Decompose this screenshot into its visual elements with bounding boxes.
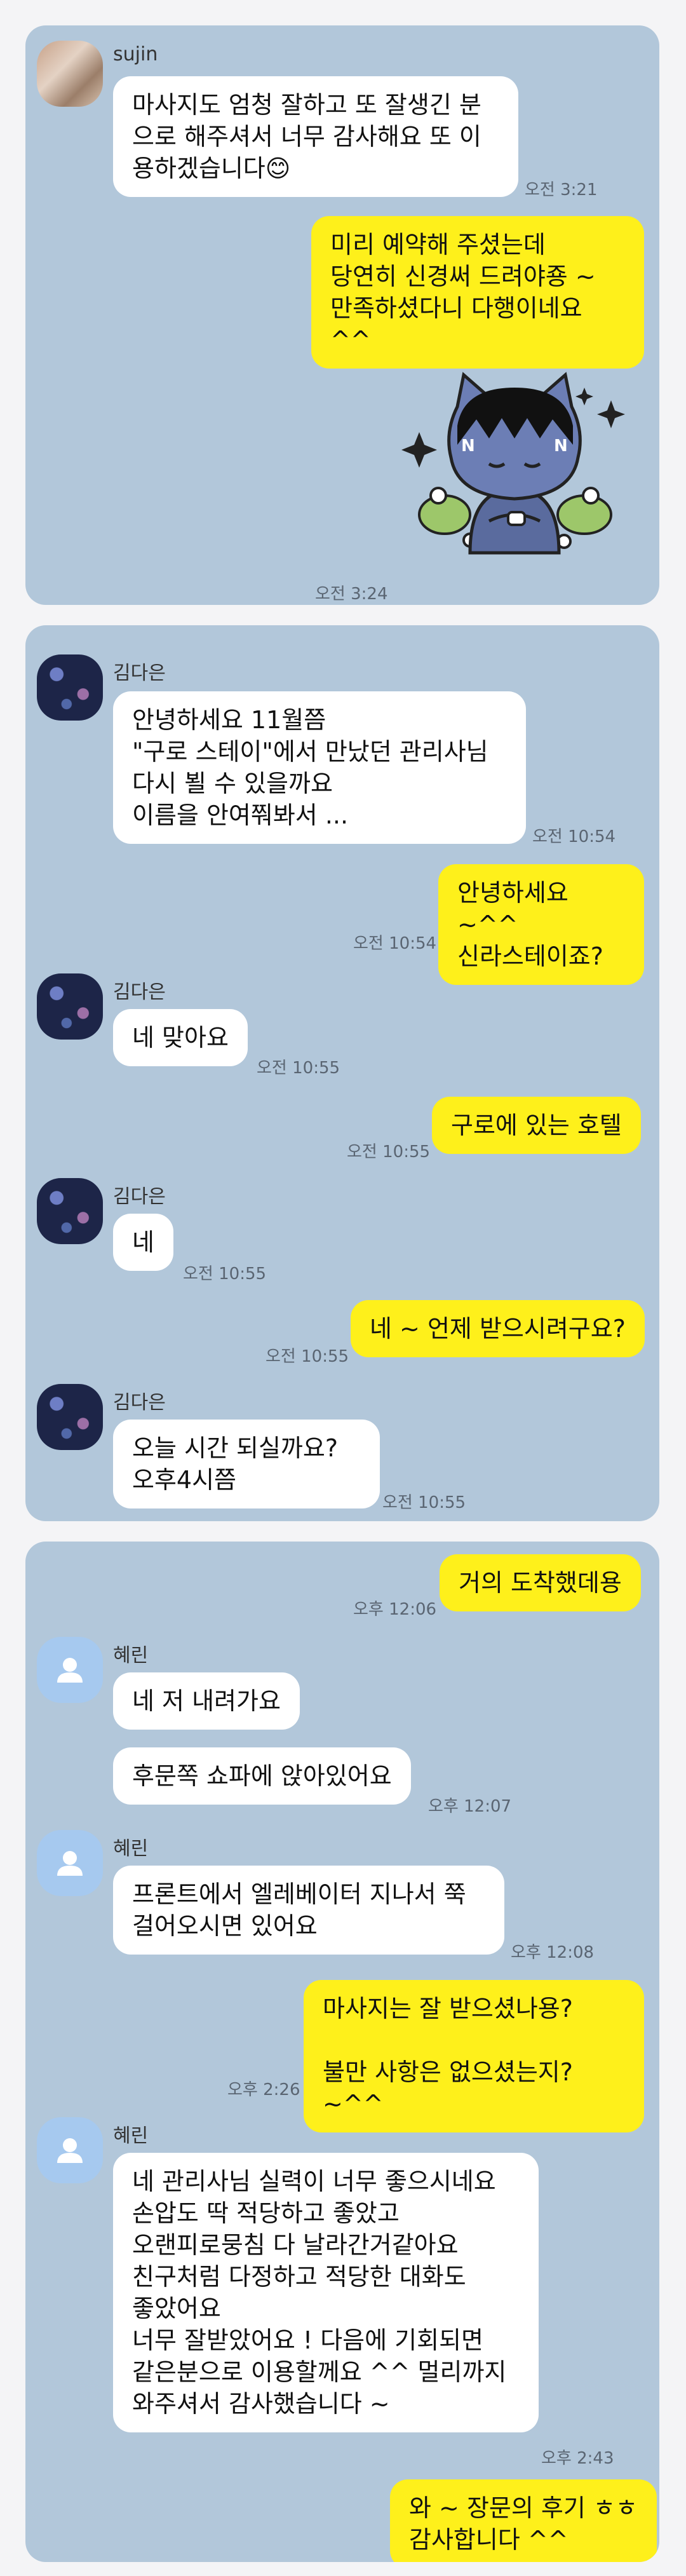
message-bubble[interactable]: 마사지도 엄청 잘하고 또 잘생긴 분 으로 해주셔서 너무 감사해요 또 이 …: [113, 76, 518, 197]
person-icon: [57, 1658, 83, 1683]
message-timestamp: 오전 10:54: [532, 827, 616, 846]
avatar[interactable]: [37, 654, 103, 721]
avatar[interactable]: [37, 973, 103, 1040]
message-bubble[interactable]: 후문쪽 쇼파에 앉아있어요: [113, 1747, 411, 1805]
sender-name: 혜린: [113, 1838, 149, 1860]
reply-bubble[interactable]: 마사지는 잘 받으셨나용? 불만 사항은 없으셨는지? ~^^: [304, 1980, 644, 2132]
reply-bubble[interactable]: 구로에 있는 호텔: [432, 1097, 641, 1154]
message-bubble[interactable]: 프론트에서 엘레베이터 지나서 쭉 걸어오시면 있어요: [113, 1866, 504, 1955]
avatar[interactable]: [37, 1830, 103, 1896]
message-timestamp: 오후 12:08: [511, 1943, 595, 1962]
message-bubble[interactable]: 네 맞아요: [113, 1009, 248, 1066]
avatar[interactable]: [37, 41, 103, 107]
message-bubble[interactable]: 네 저 내려가요: [113, 1672, 300, 1730]
message-timestamp: 오전 10:55: [183, 1264, 267, 1284]
sender-name: 김다은: [113, 1186, 166, 1208]
ryan-sticker-icon: N N: [394, 362, 635, 566]
chat-card-1: sujin 마사지도 엄청 잘하고 또 잘생긴 분 으로 해주셔서 너무 감사해…: [25, 25, 659, 605]
message-bubble[interactable]: 네: [113, 1214, 173, 1271]
message-timestamp: 오후 12:06: [353, 1600, 437, 1619]
message-timestamp: 오전 10:55: [257, 1059, 340, 1078]
avatar[interactable]: [37, 1178, 103, 1244]
message-bubble[interactable]: 안녕하세요 11월쯤 "구로 스테이"에서 만났던 관리사님 다시 뵐 수 있을…: [113, 691, 526, 844]
message-timestamp: 오후 2:43: [541, 2449, 614, 2468]
message-timestamp: 오전 10:54: [353, 934, 437, 953]
message-timestamp: 오후 12:07: [428, 1797, 512, 1816]
avatar[interactable]: [37, 1637, 103, 1703]
message-bubble[interactable]: 네 관리사님 실력이 너무 좋으시네요 손압도 딱 적당하고 좋았고 오랜피로뭉…: [113, 2153, 539, 2432]
message-timestamp: 오전 3:21: [525, 180, 598, 200]
svg-text:N: N: [461, 437, 475, 456]
reply-bubble[interactable]: 거의 도착했데용: [440, 1554, 641, 1611]
avatar[interactable]: [37, 2117, 103, 2183]
sender-name: 혜린: [113, 1644, 149, 1667]
svg-text:N: N: [554, 437, 568, 456]
sender-name: 김다은: [113, 662, 166, 684]
message-timestamp: 오전 10:55: [382, 1493, 466, 1512]
person-icon: [57, 2138, 83, 2163]
reply-bubble[interactable]: 미리 예약해 주셨는데 당연히 신경써 드려야죵 ~ 만족하셨다니 다행이네요 …: [311, 216, 644, 369]
reply-bubble[interactable]: 와 ~ 장문의 후기 ㅎㅎ 감사합니다 ^^: [390, 2479, 657, 2562]
message-timestamp: 오전 3:24: [315, 585, 388, 604]
person-icon: [57, 1851, 83, 1876]
chat-card-2: 김다은 안녕하세요 11월쯤 "구로 스테이"에서 만났던 관리사님 다시 뵐 …: [25, 625, 659, 1521]
message-timestamp: 오후 2:26: [227, 2080, 300, 2099]
reply-bubble[interactable]: 안녕하세요 ~^^ 신라스테이죠?: [438, 864, 644, 985]
message-timestamp: 오전 10:55: [347, 1142, 431, 1162]
sender-name: sujin: [113, 43, 158, 65]
sender-name: 혜린: [113, 2125, 149, 2147]
chat-card-3: 거의 도착했데용 오후 12:06 혜린 네 저 내려가요 후문쪽 쇼파에 앉아…: [25, 1542, 659, 2562]
message-bubble[interactable]: 오늘 시간 되실까요? 오후4시쯤: [113, 1420, 380, 1508]
sender-name: 김다은: [113, 981, 166, 1003]
sender-name: 김다은: [113, 1392, 166, 1414]
avatar[interactable]: [37, 1384, 103, 1450]
reply-bubble[interactable]: 네 ~ 언제 받으시려구요?: [351, 1300, 645, 1357]
message-timestamp: 오전 10:55: [266, 1347, 349, 1366]
